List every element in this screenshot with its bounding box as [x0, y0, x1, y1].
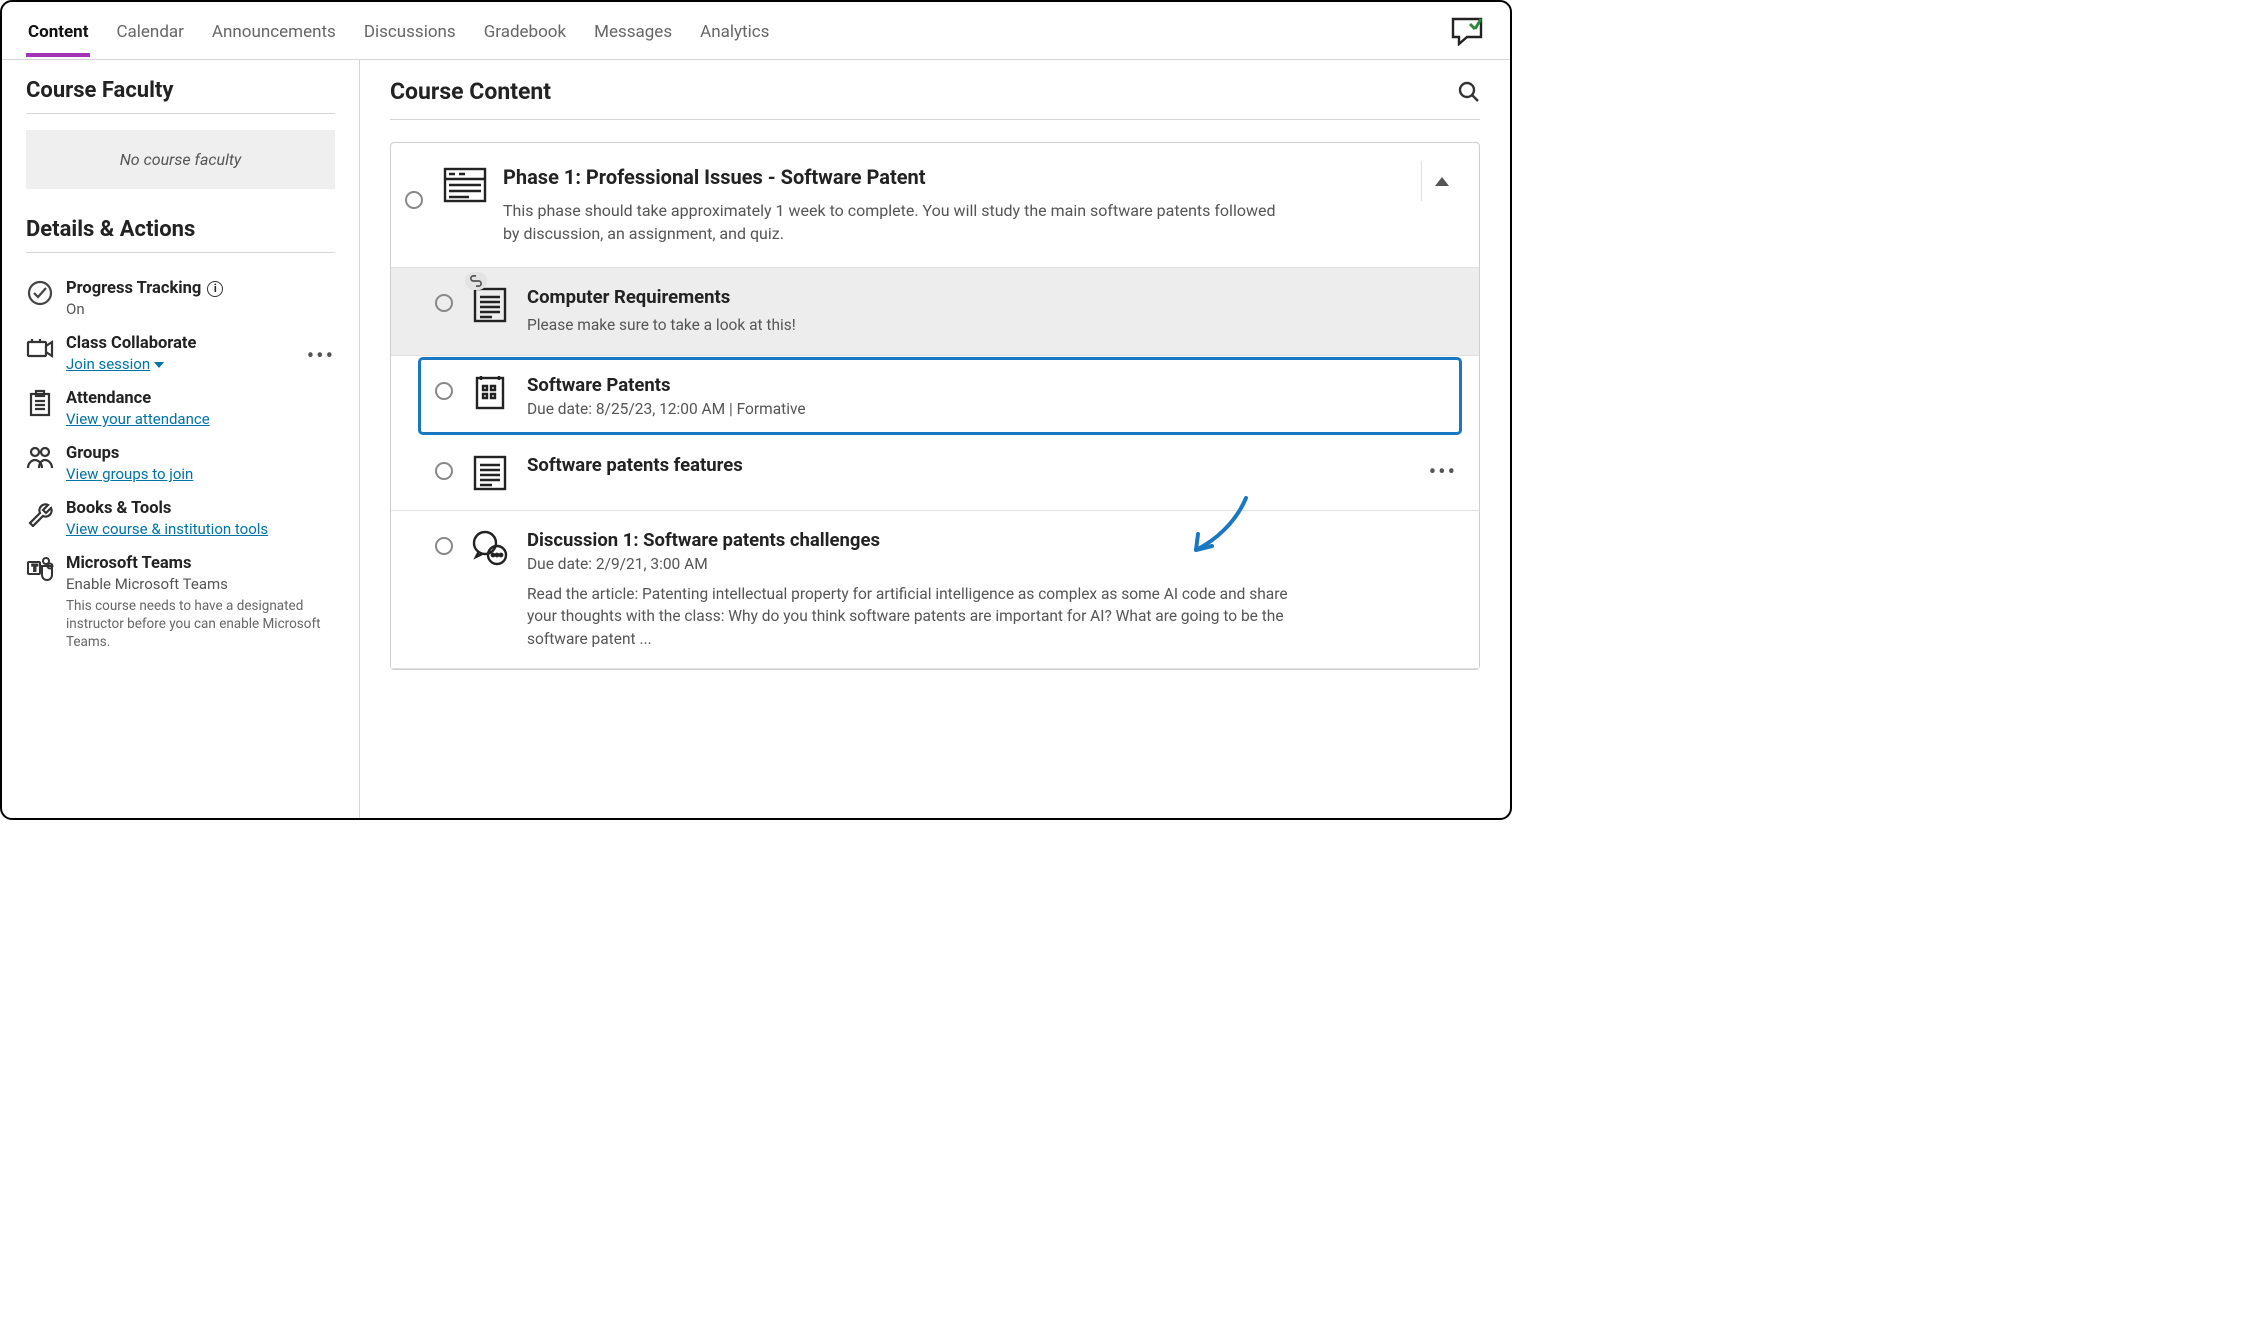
sidebar-item-sub: Enable Microsoft Teams [66, 575, 335, 593]
page-title: Course Content [390, 78, 551, 105]
sidebar-item-collaborate[interactable]: Class Collaborate Join session ••• [26, 324, 335, 379]
tab-analytics[interactable]: Analytics [700, 5, 769, 56]
sidebar-item-ms-teams[interactable]: T Microsoft Teams Enable Microsoft Teams… [26, 544, 335, 658]
progress-indicator[interactable] [435, 537, 453, 555]
faculty-heading: Course Faculty [26, 78, 335, 103]
item-title: Software Patents [527, 374, 1451, 396]
tab-announcements[interactable]: Announcements [212, 5, 336, 56]
item-description: Read the article: Patenting intellectual… [527, 583, 1307, 650]
module-icon [443, 167, 487, 203]
chevron-up-icon [1435, 177, 1449, 186]
view-tools-link[interactable]: View course & institution tools [66, 520, 335, 538]
main-content: Course Content Phase 1: Professional Iss… [360, 60, 1510, 818]
document-icon [471, 286, 509, 324]
module-phase1: Phase 1: Professional Issues - Software … [390, 142, 1480, 670]
chat-icon[interactable] [1450, 16, 1484, 46]
sidebar-item-progress-tracking[interactable]: Progress Tracking i On [26, 269, 335, 324]
content-item-computer-requirements[interactable]: Computer Requirements Please make sure t… [391, 268, 1479, 355]
search-icon[interactable] [1458, 81, 1480, 103]
sidebar-item-label: Class Collaborate [66, 334, 196, 353]
item-title: Discussion 1: Software patents challenge… [527, 529, 1451, 551]
camera-icon [26, 334, 54, 362]
item-description: Please make sure to take a look at this! [527, 314, 1307, 336]
details-actions-heading: Details & Actions [26, 217, 335, 242]
info-icon[interactable]: i [207, 281, 223, 297]
link-badge-icon [465, 272, 487, 290]
progress-indicator[interactable] [435, 294, 453, 312]
progress-indicator[interactable] [435, 462, 453, 480]
tab-discussions[interactable]: Discussions [364, 5, 456, 56]
item-meta: Due date: 2/9/21, 3:00 AM [527, 555, 1451, 573]
sidebar-item-label: Microsoft Teams [66, 554, 191, 573]
progress-indicator[interactable] [435, 382, 453, 400]
discussion-icon [471, 529, 509, 567]
tab-content[interactable]: Content [28, 5, 88, 56]
clipboard-icon [26, 389, 54, 417]
sidebar-item-label: Progress Tracking [66, 279, 201, 298]
content-item-discussion-1[interactable]: Discussion 1: Software patents challenge… [391, 511, 1479, 669]
content-item-software-patents[interactable]: Software Patents Due date: 8/25/23, 12:0… [419, 358, 1461, 434]
view-attendance-link[interactable]: View your attendance [66, 410, 335, 428]
sidebar: Course Faculty No course faculty Details… [2, 60, 360, 818]
sidebar-item-info: This course needs to have a designated i… [66, 597, 335, 652]
top-nav: Content Calendar Announcements Discussio… [2, 2, 1510, 60]
sidebar-item-attendance[interactable]: Attendance View your attendance [26, 379, 335, 434]
teams-icon: T [26, 554, 54, 582]
progress-indicator[interactable] [405, 191, 423, 209]
document-icon [471, 454, 509, 492]
caret-down-icon [154, 362, 164, 368]
tab-calendar[interactable]: Calendar [116, 5, 183, 56]
tab-gradebook[interactable]: Gradebook [484, 5, 566, 56]
sidebar-item-books-tools[interactable]: Books & Tools View course & institution … [26, 489, 335, 544]
wrench-icon [26, 499, 54, 527]
sidebar-item-label: Attendance [66, 389, 151, 408]
content-item-software-patents-features[interactable]: Software patents features ••• [391, 436, 1479, 511]
people-icon [26, 444, 54, 472]
tab-messages[interactable]: Messages [594, 5, 672, 56]
item-menu-icon[interactable]: ••• [1429, 460, 1457, 485]
check-circle-icon [26, 279, 54, 307]
collapse-button[interactable] [1421, 161, 1461, 201]
module-header[interactable]: Phase 1: Professional Issues - Software … [391, 143, 1479, 268]
divider [26, 252, 335, 253]
sidebar-item-sub: On [66, 300, 335, 318]
item-meta: Due date: 8/25/23, 12:00 AM | Formative [527, 400, 1451, 418]
item-title: Computer Requirements [527, 286, 1451, 308]
join-session-link[interactable]: Join session [66, 355, 335, 373]
view-groups-link[interactable]: View groups to join [66, 465, 335, 483]
faculty-empty-message: No course faculty [26, 130, 335, 189]
sidebar-item-groups[interactable]: Groups View groups to join [26, 434, 335, 489]
more-menu-icon[interactable]: ••• [307, 344, 335, 369]
assessment-icon [471, 374, 509, 412]
divider [26, 113, 335, 114]
item-title: Software patents features [527, 454, 1451, 476]
sidebar-item-label: Groups [66, 444, 119, 463]
module-description: This phase should take approximately 1 w… [503, 199, 1283, 245]
module-title: Phase 1: Professional Issues - Software … [503, 165, 1451, 189]
svg-text:T: T [32, 564, 38, 574]
sidebar-item-label: Books & Tools [66, 499, 171, 518]
